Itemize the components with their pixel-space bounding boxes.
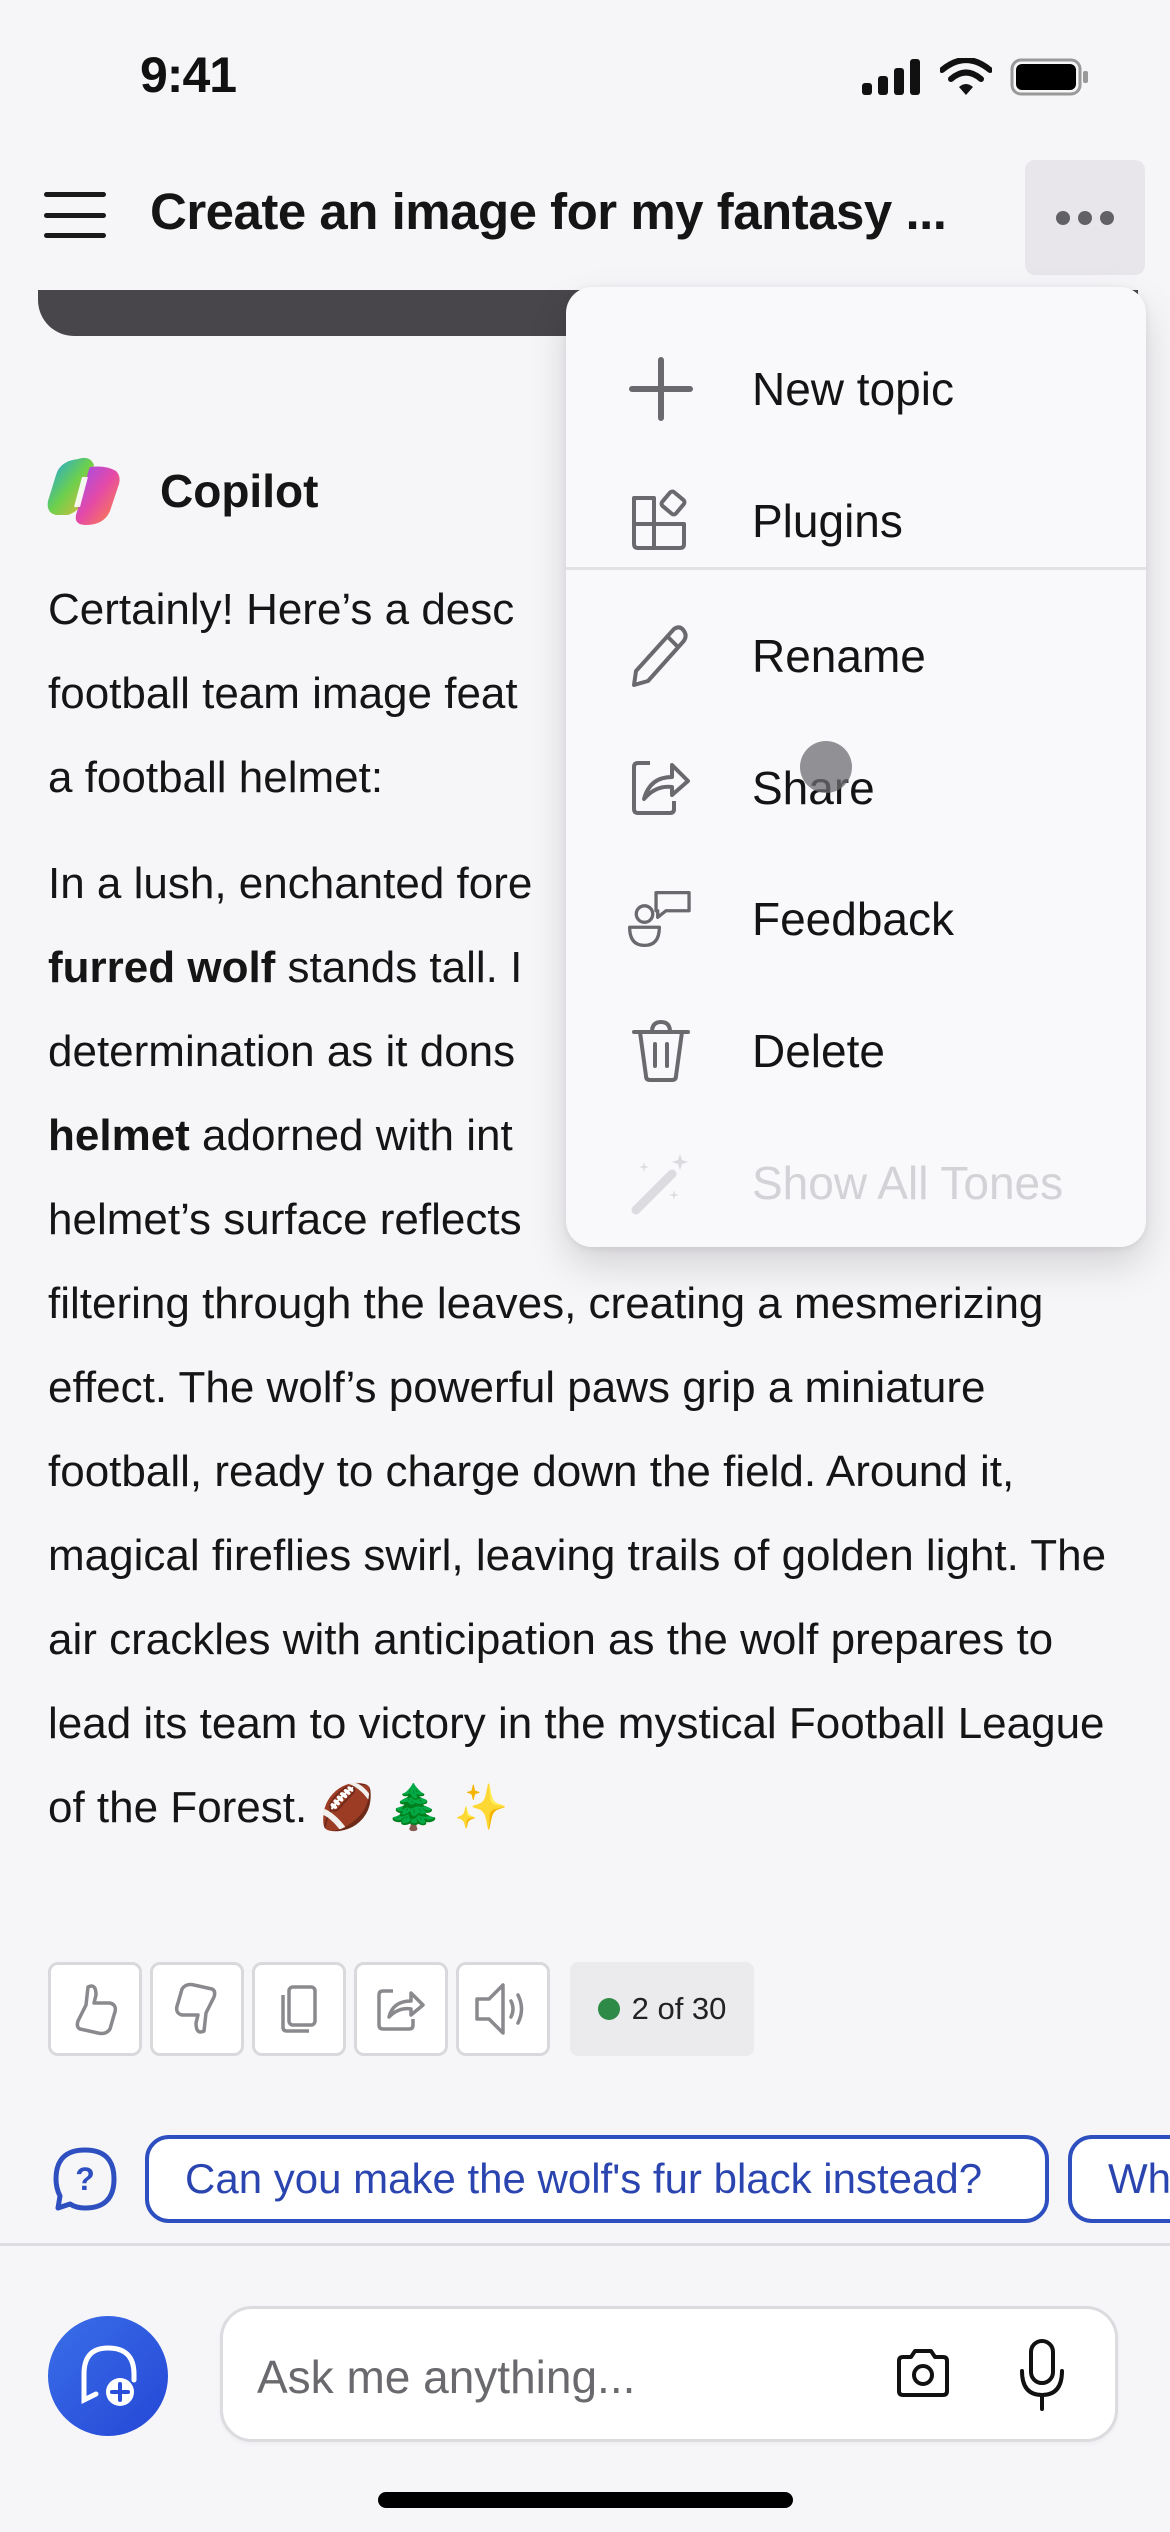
pencil-icon (628, 623, 694, 689)
feedback-icon (628, 886, 694, 952)
thumbs-up-icon (75, 1984, 118, 2036)
menu-item-delete[interactable]: Delete (566, 991, 1146, 1111)
status-bar: 9:41 (0, 0, 1170, 150)
camera-icon[interactable] (895, 2347, 951, 2399)
composer-divider (0, 2243, 1170, 2246)
wifi-icon (940, 58, 992, 95)
battery-icon (1010, 58, 1088, 96)
magic-wand-icon (628, 1150, 694, 1216)
menu-item-rename[interactable]: Rename (566, 596, 1146, 716)
response-counter: 2 of 30 (570, 1962, 754, 2056)
more-dot (1100, 210, 1114, 225)
microphone-icon[interactable] (1017, 2339, 1067, 2411)
intro-line: Certainly! Here’s a desc (48, 585, 515, 634)
copilot-name: Copilot (160, 465, 319, 517)
intro-line: football team image feat (48, 669, 518, 718)
menu-item-label: Show All Tones (752, 1157, 1064, 1209)
menu-item-label: New topic (752, 363, 954, 415)
hamburger-menu-button[interactable] (44, 192, 106, 238)
menu-item-show-all-tones: Show All Tones (566, 1123, 1146, 1243)
question-bubble-icon: ? (53, 2147, 117, 2211)
share-icon (628, 755, 694, 821)
menu-item-plugins[interactable]: Plugins (566, 461, 1146, 581)
plus-icon (628, 356, 694, 422)
suggestion-chip[interactable]: Wh (1068, 2135, 1170, 2223)
message-actions: 2 of 30 (48, 1962, 754, 2056)
plugins-icon (628, 488, 694, 554)
status-dot-icon (597, 1998, 620, 2020)
new-chat-button[interactable] (48, 2316, 168, 2436)
share-button[interactable] (354, 1962, 448, 2056)
suggestion-chip[interactable]: Can you make the wolf's fur black instea… (145, 2135, 1049, 2223)
menu-item-label: Rename (752, 630, 926, 682)
share-icon (377, 1989, 425, 2031)
menu-item-feedback[interactable]: Feedback (566, 859, 1146, 979)
options-dropdown-menu: New topic Plugins Rename Share Feedback … (566, 287, 1146, 1247)
body-text: helmet’s surface reflects (48, 1195, 522, 1244)
hamburger-icon-line (44, 212, 106, 218)
hamburger-icon (44, 192, 106, 197)
menu-item-label: Plugins (752, 495, 903, 547)
more-dot (1078, 210, 1092, 225)
copilot-logo-icon (47, 457, 120, 525)
bold-text: helmet (48, 1111, 190, 1160)
more-horizontal-icon (1056, 210, 1070, 225)
header: Create an image for my fantasy ... (0, 160, 1170, 275)
trash-icon (628, 1018, 694, 1084)
menu-item-share[interactable]: Share (566, 728, 1146, 848)
speaker-icon (475, 1983, 524, 2035)
more-options-button[interactable] (1025, 160, 1145, 275)
read-aloud-button[interactable] (456, 1962, 550, 2056)
like-button[interactable] (48, 1962, 142, 2056)
body-text: filtering through the leaves, creating a… (48, 1279, 1107, 1832)
menu-item-label: Feedback (752, 893, 955, 945)
body-text: In a lush, enchanted fore (48, 859, 533, 908)
menu-item-label: Share (752, 762, 875, 814)
status-icons (862, 58, 1090, 96)
dislike-button[interactable] (150, 1962, 244, 2056)
new-chat-icon (81, 2345, 137, 2406)
intro-line: a football helmet: (48, 753, 384, 802)
hamburger-icon-line (44, 233, 106, 238)
counter-text: 2 of 30 (631, 1991, 727, 2026)
copy-icon (281, 1985, 317, 2033)
thumbs-down-icon (174, 1982, 217, 2034)
body-text: determination as it dons (48, 1027, 516, 1076)
copy-button[interactable] (252, 1962, 346, 2056)
suggestion-row: ? Can you make the wolf's fur black inst… (0, 2130, 1170, 2225)
menu-separator (566, 567, 1146, 570)
body-text: adorned with int (189, 1111, 513, 1160)
body-text: stands tall. I (275, 943, 523, 992)
menu-item-new-topic[interactable]: New topic (566, 329, 1146, 449)
svg-text:?: ? (75, 2161, 95, 2197)
bold-text: furred wolf (48, 943, 276, 992)
home-indicator (378, 2492, 793, 2508)
copilot-header: Copilot (46, 455, 318, 527)
ask-input[interactable] (257, 2339, 817, 2415)
conversation-title: Create an image for my fantasy ... (150, 183, 947, 240)
signal-icon (862, 59, 920, 95)
composer (220, 2306, 1118, 2442)
menu-item-label: Delete (752, 1025, 885, 1077)
status-time: 9:41 (140, 47, 237, 103)
